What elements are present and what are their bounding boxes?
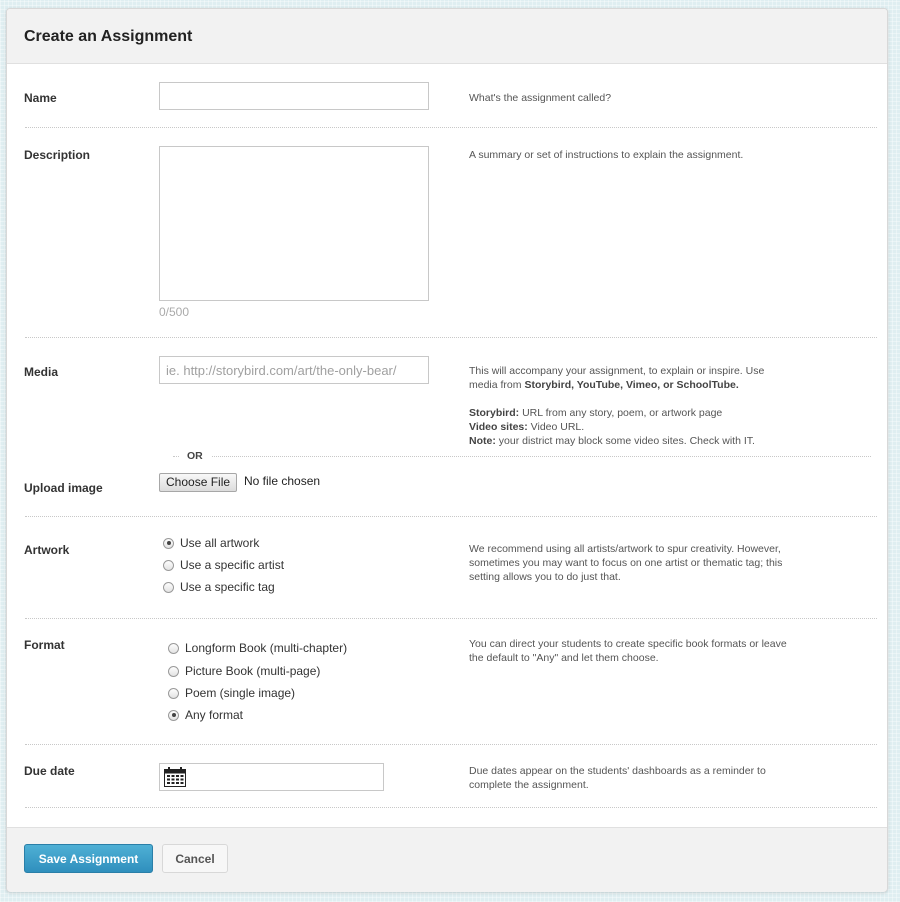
artwork-option-artist[interactable]: Use a specific artist — [163, 558, 284, 572]
radio-icon[interactable] — [168, 709, 179, 721]
divider — [25, 337, 877, 338]
due-date-help: Due dates appear on the students' dashbo… — [469, 765, 766, 791]
file-status: No file chosen — [244, 474, 321, 488]
media-help-intro: This will accompany your assignment, to … — [469, 365, 765, 391]
due-date-label: Due date — [24, 764, 75, 778]
radio-icon[interactable] — [168, 687, 179, 699]
artwork-label: Artwork — [24, 543, 70, 557]
save-assignment-button[interactable]: Save Assignment — [24, 844, 153, 873]
or-divider — [173, 456, 871, 457]
description-label: Description — [24, 148, 91, 162]
format-help: You can direct your students to create s… — [469, 638, 787, 664]
description-textarea[interactable] — [159, 146, 429, 301]
artwork-help: We recommend using all artists/artwork t… — [469, 543, 783, 583]
name-input[interactable] — [159, 82, 429, 110]
media-label: Media — [24, 365, 59, 379]
radio-icon[interactable] — [163, 581, 174, 593]
due-date-input[interactable] — [159, 763, 384, 791]
description-counter: 0/500 — [159, 305, 190, 319]
divider — [25, 744, 877, 745]
cancel-button[interactable]: Cancel — [162, 844, 228, 873]
media-url-input[interactable] — [159, 356, 429, 384]
name-label: Name — [24, 91, 57, 105]
radio-icon[interactable] — [163, 537, 174, 549]
radio-icon[interactable] — [168, 642, 179, 654]
media-help: This will accompany your assignment, to … — [469, 364, 789, 448]
format-option-longform[interactable]: Longform Book (multi-chapter) — [168, 641, 347, 655]
radio-icon[interactable] — [163, 559, 174, 571]
panel-header: Create an Assignment — [7, 9, 887, 64]
artwork-option-all[interactable]: Use all artwork — [163, 536, 259, 550]
format-option-poem[interactable]: Poem (single image) — [168, 686, 295, 700]
or-text: OR — [179, 450, 211, 462]
media-help-storybird: Storybird: URL from any story, poem, or … — [469, 407, 723, 419]
description-help: A summary or set of instructions to expl… — [469, 149, 744, 161]
media-help-video: Video sites: Video URL. — [469, 421, 585, 433]
calendar-icon[interactable] — [164, 767, 186, 787]
upload-image-label: Upload image — [24, 481, 103, 495]
media-help-note: Note: your district may block some video… — [469, 435, 755, 447]
name-help: What's the assignment called? — [469, 92, 612, 104]
divider — [25, 516, 877, 517]
page-title: Create an Assignment — [24, 28, 193, 45]
format-label: Format — [24, 638, 65, 652]
divider — [25, 618, 877, 619]
artwork-option-tag[interactable]: Use a specific tag — [163, 580, 275, 594]
format-option-picture-book[interactable]: Picture Book (multi-page) — [168, 664, 320, 678]
divider — [25, 127, 877, 128]
choose-file-button[interactable]: Choose File — [159, 473, 238, 492]
divider — [25, 807, 877, 808]
format-option-any[interactable]: Any format — [168, 708, 243, 722]
radio-icon[interactable] — [168, 665, 179, 677]
assignment-panel: Create an Assignment Name What's the ass… — [6, 8, 888, 892]
